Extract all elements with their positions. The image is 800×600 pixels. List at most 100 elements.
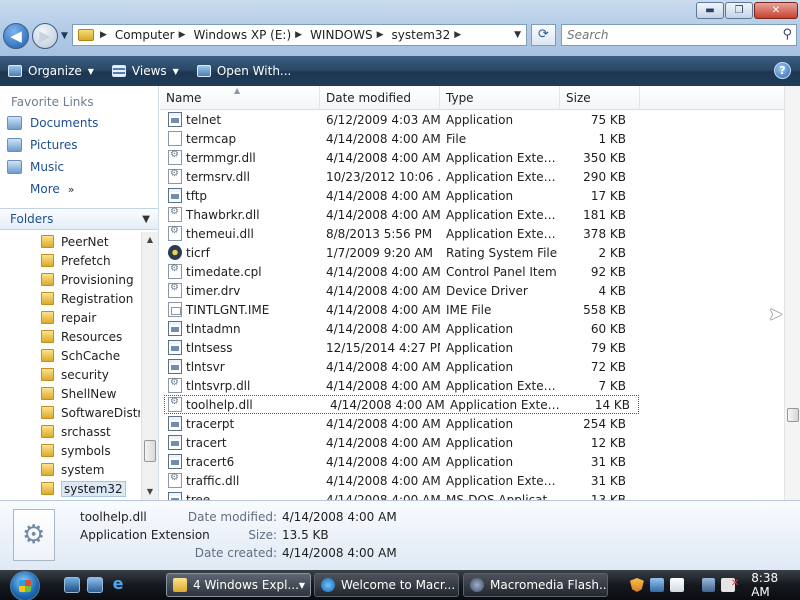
file-row-selected[interactable]: toolhelp.dll 4/14/2008 4:00 AM Application…	[164, 395, 639, 414]
tree-folder-item[interactable]: system32	[0, 479, 140, 498]
column-header-type[interactable]: Type	[440, 86, 560, 110]
scrollbar-thumb[interactable]	[144, 440, 156, 462]
tree-folder-item[interactable]: srchasst	[0, 422, 140, 441]
clock[interactable]: 8:38 AM	[751, 571, 800, 599]
search-icon[interactable]: ⚲	[782, 27, 792, 42]
breadcrumb-computer[interactable]: Computer	[115, 28, 175, 42]
column-header-name[interactable]: ▲ Name	[160, 86, 320, 110]
help-button[interactable]: ?	[774, 62, 791, 79]
chevron-right-icon[interactable]: ▶	[454, 30, 461, 40]
tree-folder-item[interactable]: Registration	[0, 289, 140, 308]
tree-folder-item[interactable]: PeerNet	[0, 232, 140, 251]
favorite-music[interactable]: Music	[0, 156, 158, 178]
column-header-date[interactable]: Date modified	[320, 86, 440, 110]
file-row[interactable]: ticrf 1/7/2009 9:20 AM Rating System File 2…	[160, 243, 784, 262]
scrollbar-thumb[interactable]	[787, 408, 799, 422]
file-row[interactable]: tftp 4/14/2008 4:00 AM Application 17 KB	[160, 186, 784, 205]
chevron-down-icon[interactable]: ▼	[142, 214, 150, 225]
close-button[interactable]: ✕	[754, 2, 798, 19]
chevron-right-icon[interactable]: ▶	[100, 30, 107, 40]
tree-folder-item[interactable]: Resources	[0, 327, 140, 346]
breadcrumb-drive[interactable]: Windows XP (E:)	[194, 28, 292, 42]
chevron-right-icon[interactable]: ▶	[295, 30, 302, 40]
volume-muted-icon[interactable]	[721, 578, 739, 592]
file-type-cell: Application	[446, 112, 514, 127]
tree-folder-item[interactable]: Prefetch	[0, 251, 140, 270]
file-row[interactable]: tlntsvr 4/14/2008 4:00 AM Application 72 KB	[160, 357, 784, 376]
switch-windows-icon[interactable]	[87, 577, 103, 593]
favorite-pictures[interactable]: Pictures	[0, 134, 158, 156]
minimize-button[interactable]: ▬	[696, 2, 724, 19]
organize-button[interactable]: Organize ▼	[8, 64, 94, 78]
gear-file-icon	[168, 472, 182, 488]
tree-folder-item[interactable]: security	[0, 365, 140, 384]
internet-explorer-icon[interactable]: e	[110, 576, 126, 593]
tree-folder-item[interactable]: Provisioning	[0, 270, 140, 289]
internet-explorer-icon	[321, 578, 335, 592]
taskbar-item-macromedia-flash[interactable]: Macromedia Flash...	[463, 573, 608, 597]
file-row[interactable]: termcap 4/14/2008 4:00 AM File 1 KB	[160, 129, 784, 148]
tree-folder-item[interactable]: repair	[0, 308, 140, 327]
file-row[interactable]: tlntsvrp.dll 4/14/2008 4:00 AM Application…	[160, 376, 784, 395]
file-row[interactable]: tracert 4/14/2008 4:00 AM Application 12 KB	[160, 433, 784, 452]
file-row[interactable]: tracert6 4/14/2008 4:00 AM Application 31 K…	[160, 452, 784, 471]
views-button[interactable]: Views ▼	[111, 64, 179, 78]
file-row[interactable]: tlntsess 12/15/2014 4:27 PM Application 79 …	[160, 338, 784, 357]
favorite-more[interactable]: More »	[0, 178, 158, 200]
file-row[interactable]: telnet 6/12/2009 4:03 AM Application 75 KB	[160, 110, 784, 129]
file-row[interactable]: termsrv.dll 10/23/2012 10:06 ... Applicati…	[160, 167, 784, 186]
task-label: Macromedia Flash...	[490, 578, 608, 592]
file-row[interactable]: tlntadmn 4/14/2008 4:00 AM Application 60 K…	[160, 319, 784, 338]
file-type-cell: Application Extens...	[450, 397, 564, 412]
file-row[interactable]: TINTLGNT.IME 4/14/2008 4:00 AM IME File 558…	[160, 300, 784, 319]
taskbar-item-welcome[interactable]: Welcome to Macr...	[314, 573, 459, 597]
file-type-cell: MS-DOS Applicati...	[446, 492, 560, 501]
breadcrumb-windows[interactable]: WINDOWS	[310, 28, 373, 42]
file-name-cell: TINTLGNT.IME	[160, 302, 320, 317]
open-with-button[interactable]: Open With...	[196, 64, 291, 78]
file-row[interactable]: timer.drv 4/14/2008 4:00 AM Device Driver 4…	[160, 281, 784, 300]
tree-folder-item[interactable]: ShellNew	[0, 384, 140, 403]
file-row[interactable]: themeui.dll 8/8/2013 5:56 PM Application E…	[160, 224, 784, 243]
file-type-cell: File	[446, 131, 467, 146]
back-button[interactable]: ◀	[3, 23, 29, 49]
file-row[interactable]: traffic.dll 4/14/2008 4:00 AM Application …	[160, 471, 784, 490]
chevron-right-icon[interactable]: ▶	[179, 30, 186, 40]
tree-folder-item[interactable]: symbols	[0, 441, 140, 460]
tree-folder-item[interactable]: SoftwareDistrib	[0, 403, 140, 422]
network-icon[interactable]	[649, 578, 664, 592]
recent-pages-dropdown[interactable]: ▼	[61, 31, 68, 41]
start-button[interactable]	[10, 571, 40, 600]
action-center-icon[interactable]	[669, 578, 684, 592]
file-list-scrollbar[interactable]	[784, 86, 800, 500]
maximize-button[interactable]: ❐	[725, 2, 753, 19]
security-shield-icon[interactable]	[630, 578, 644, 592]
tree-folder-label: SoftwareDistrib	[61, 405, 140, 420]
refresh-button[interactable]: ⟳	[531, 24, 556, 46]
folders-header[interactable]: Folders ▼	[0, 208, 158, 230]
file-row[interactable]: termmgr.dll 4/14/2008 4:00 AM Application …	[160, 148, 784, 167]
file-name: timedate.cpl	[186, 264, 262, 279]
breadcrumb-system32[interactable]: system32	[392, 28, 451, 42]
file-row[interactable]: tracerpt 4/14/2008 4:00 AM Application 254 …	[160, 414, 784, 433]
tree-folder-item[interactable]: system	[0, 460, 140, 479]
tree-folder-label: Provisioning	[61, 272, 134, 287]
scroll-up-icon[interactable]: ▲	[142, 232, 158, 248]
folder-tree-scrollbar[interactable]: ▲ ▼	[141, 232, 158, 500]
file-row[interactable]: tree 4/14/2008 4:00 AM MS-DOS Applicati...…	[160, 490, 784, 500]
favorite-label: More	[30, 182, 60, 196]
show-desktop-icon[interactable]	[64, 577, 80, 593]
column-header-size[interactable]: Size	[560, 86, 640, 110]
search-input[interactable]	[562, 25, 767, 45]
chevron-down-icon[interactable]: ▼	[514, 30, 521, 40]
forward-button[interactable]: ▶	[32, 23, 58, 49]
address-bar[interactable]: ▶ Computer ▶ Windows XP (E:) ▶ WINDOWS ▶…	[72, 24, 527, 46]
display-icon[interactable]	[701, 578, 716, 592]
file-row[interactable]: timedate.cpl 4/14/2008 4:00 AM Control Pan…	[160, 262, 784, 281]
tree-folder-item[interactable]: SchCache	[0, 346, 140, 365]
file-row[interactable]: Thawbrkr.dll 4/14/2008 4:00 AM Application…	[160, 205, 784, 224]
favorite-documents[interactable]: Documents	[0, 112, 158, 134]
chevron-right-icon[interactable]: ▶	[377, 30, 384, 40]
taskbar-item-windows-explorer[interactable]: 4 Windows Expl... ▼	[166, 573, 311, 597]
scroll-down-icon[interactable]: ▼	[142, 484, 158, 500]
